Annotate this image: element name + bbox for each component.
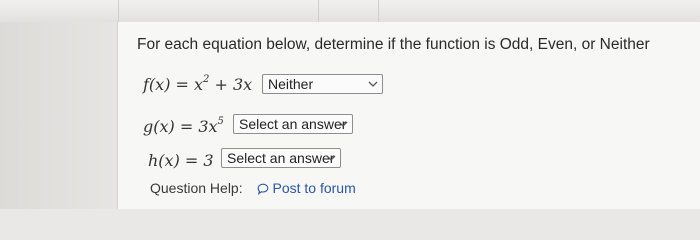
equation-lhs: f(x)	[143, 75, 171, 94]
chevron-down-icon	[326, 155, 336, 161]
question-help-row: Question Help: Post to forum	[150, 180, 356, 196]
equation-f: f(x) = x2 + 3x	[143, 74, 252, 94]
equation-rhs: = x	[175, 75, 204, 94]
chevron-down-icon	[338, 121, 348, 127]
speech-bubble-icon	[257, 183, 268, 195]
selected-value: Select an answer	[239, 116, 347, 132]
equation-rhs-tail: + 3x	[209, 75, 253, 94]
answer-select-h[interactable]: Select an answer	[221, 148, 341, 168]
question-prompt: For each equation below, determine if th…	[137, 36, 650, 53]
equation-lhs: g(x)	[143, 117, 175, 136]
left-margin	[0, 22, 117, 209]
answer-select-g[interactable]: Select an answer	[233, 114, 353, 134]
equation-rhs: = 3x	[179, 117, 218, 136]
equation-g: g(x) = 3x5	[143, 116, 224, 136]
toolbar-divider	[378, 0, 379, 22]
chevron-down-icon	[368, 81, 378, 87]
toolbar-divider	[318, 0, 319, 22]
selected-value: Neither	[268, 76, 314, 92]
answer-select-f[interactable]: Neither	[262, 74, 383, 94]
top-toolbar-strip	[0, 0, 700, 23]
equation-rhs: = 3	[184, 151, 214, 170]
post-to-forum-link[interactable]: Post to forum	[257, 180, 356, 196]
toolbar-divider	[118, 0, 119, 22]
equation-lhs: h(x)	[148, 151, 180, 170]
post-to-forum-label: Post to forum	[272, 180, 356, 196]
equation-exponent: 5	[217, 116, 224, 127]
selected-value: Select an answer	[227, 150, 335, 166]
equation-h: h(x) = 3	[148, 150, 214, 170]
question-help-label: Question Help:	[150, 180, 243, 196]
